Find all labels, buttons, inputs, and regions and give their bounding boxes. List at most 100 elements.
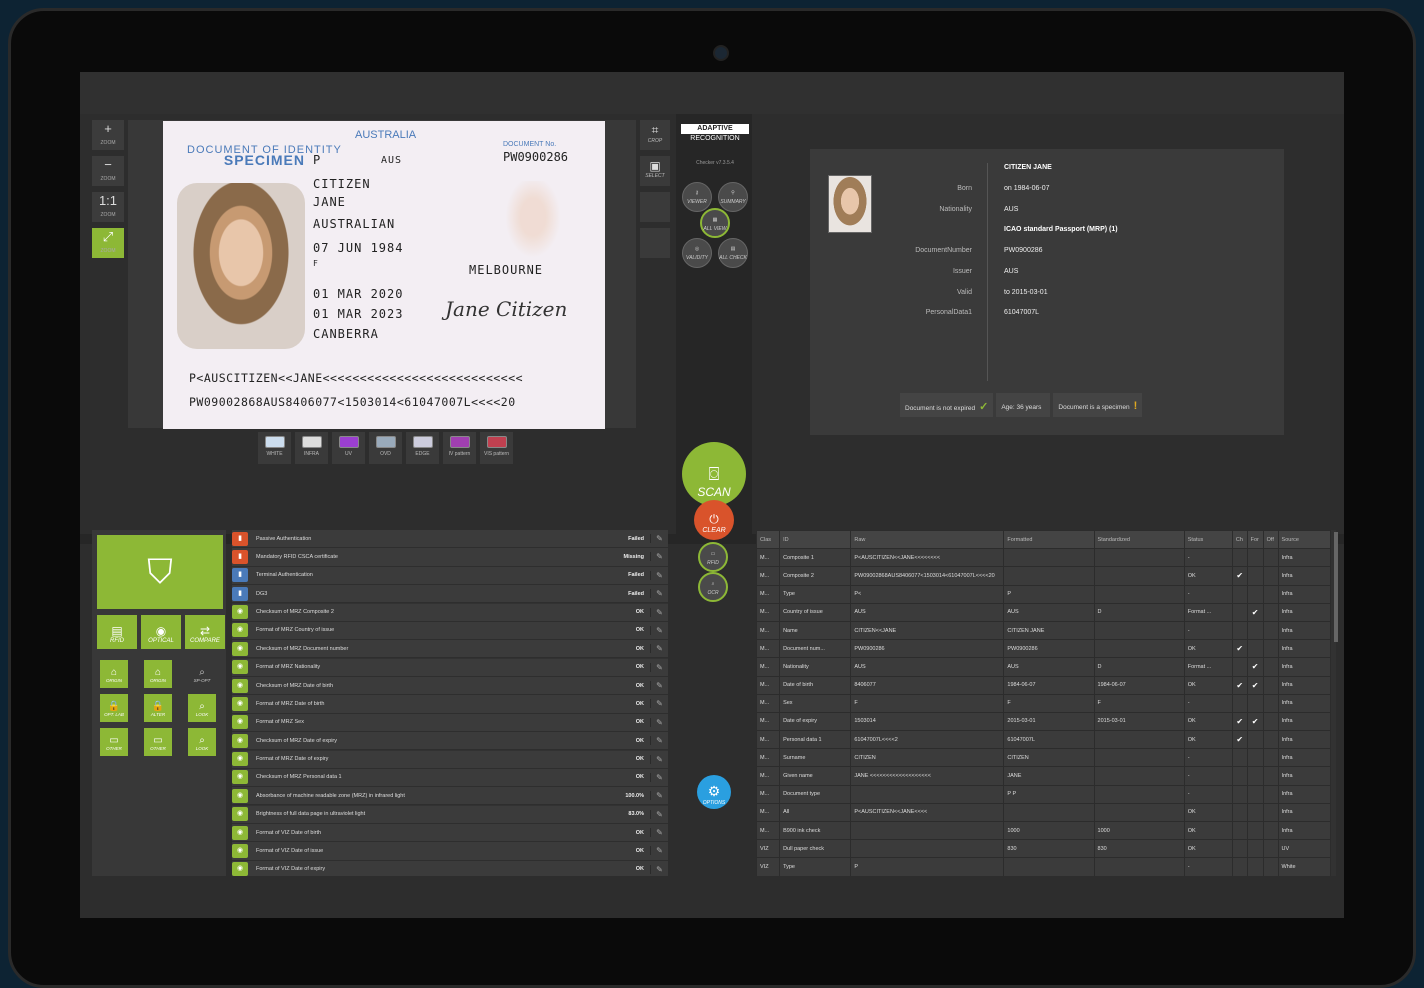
options-button[interactable]: ⚙ OPTIONS <box>697 775 731 809</box>
table-row[interactable]: M... Composite 1 P<AUSCITIZEN<<JANE<<<<<<<… <box>756 548 1332 568</box>
table-row[interactable]: M... Date of birth 8406077 1984-06-07 1984-0… <box>756 675 1332 695</box>
tool-button[interactable]: ⌕ LOOK <box>188 694 216 722</box>
column-header[interactable]: Source <box>1277 530 1332 550</box>
column-header[interactable]: Off <box>1262 530 1279 550</box>
edit-icon[interactable]: ✎ <box>650 625 668 635</box>
edit-icon[interactable]: ✎ <box>650 864 668 874</box>
check-row[interactable]: ◉ Format of MRZ Country of issue OK ✎ <box>232 621 668 641</box>
summary-button[interactable]: ⚲ SUMMARY <box>718 182 748 212</box>
check-row[interactable]: ◉ Absorbance of machine readable zone (MR… <box>232 787 668 806</box>
check-row[interactable]: ◉ Format of MRZ Date of birth OK ✎ <box>232 695 668 714</box>
table-row[interactable]: M... Document type P P - Infra <box>756 784 1332 804</box>
light-3-button[interactable]: OVD <box>369 432 402 464</box>
light-1-button[interactable]: INFRA <box>295 432 328 464</box>
mode-compare-button[interactable]: ⇄ COMPARE <box>185 615 225 649</box>
check-row[interactable]: ◉ Format of MRZ Date of expiry OK ✎ <box>232 750 668 769</box>
light-2-button[interactable]: UV <box>332 432 365 464</box>
tool-button[interactable]: 🔒 ALTER <box>144 694 172 722</box>
edit-icon[interactable]: ✎ <box>650 754 668 764</box>
check-row[interactable]: ◉ Format of MRZ Nationality OK ✎ <box>232 658 668 677</box>
table-row[interactable]: M... Type P< P - Infra <box>756 584 1332 604</box>
check-row[interactable]: ◉ Checksum of MRZ Personal data 1 OK ✎ <box>232 768 668 788</box>
tool-button[interactable]: ⌕ SP-OPT <box>188 660 216 688</box>
clear-button[interactable]: ⏻ CLEAR <box>694 500 734 540</box>
table-scrollbar[interactable] <box>1334 532 1338 642</box>
table-row[interactable]: M... Date of expiry 1503014 2015-03-01 2015-… <box>756 711 1332 732</box>
ocr-button[interactable]: ⌕ OCR <box>698 572 728 602</box>
column-header[interactable]: Status <box>1183 530 1233 550</box>
check-row[interactable]: ◉ Checksum of MRZ Composite 2 OK ✎ <box>232 603 668 622</box>
zoom-button[interactable]: + ZOOM <box>92 120 124 150</box>
table-row[interactable]: M... B900 ink check 1000 1000 OK Infra <box>756 820 1332 841</box>
edit-icon[interactable]: ✎ <box>650 717 668 727</box>
viewer-button[interactable]: ⚷ VIEWER <box>682 182 712 212</box>
check-row[interactable]: ◉ Format of VIZ Date of birth OK ✎ <box>232 824 668 843</box>
check-row[interactable]: ◉ Format of MRZ Sex OK ✎ <box>232 713 668 732</box>
edit-icon[interactable]: ✎ <box>650 552 668 562</box>
table-row[interactable]: M... All P<AUSCITIZEN<<JANE<<<< OK Infra <box>756 802 1332 823</box>
zoom-button[interactable]: 1:1 ZOOM <box>92 192 124 222</box>
light-4-button[interactable]: EDGE <box>406 432 439 464</box>
zoom-button[interactable]: − ZOOM <box>92 156 124 186</box>
table-row[interactable]: M... Document num... PW0900286 PW0900286 OK ✔… <box>756 639 1332 659</box>
tool-button[interactable]: ⌕ LOOK <box>188 728 216 756</box>
edit-icon[interactable]: ✎ <box>650 589 668 599</box>
table-row[interactable]: M... Given name JANE <<<<<<<<<<<<<<<<<<< JA… <box>756 766 1332 786</box>
column-header[interactable]: For <box>1246 530 1264 550</box>
table-row[interactable]: M... Composite 2 PW09002868AUS8406077<1503… <box>756 566 1332 586</box>
check-row[interactable]: ◉ Brightness of full data page in ultravi… <box>232 805 668 824</box>
edit-icon[interactable]: ✎ <box>650 791 668 801</box>
column-header[interactable]: Formatted <box>1003 530 1095 550</box>
mode-optical-button[interactable]: ◉ OPTICAL <box>141 615 181 649</box>
check-row[interactable]: ◉ Format of VIZ Date of issue OK ✎ <box>232 842 668 861</box>
all-check-button[interactable]: ▤ ALL CHECK <box>718 238 748 268</box>
edit-icon[interactable]: ✎ <box>650 534 668 544</box>
check-row[interactable]: ◉ Checksum of MRZ Date of birth OK ✎ <box>232 677 668 696</box>
table-row[interactable]: VIZ Type P - White <box>756 857 1332 876</box>
edit-icon[interactable]: ✎ <box>650 699 668 709</box>
check-row[interactable]: ▮ Mandatory RFID CSCA certificate Missing ✎ <box>232 548 668 567</box>
check-row[interactable]: ▮ DG3 Failed ✎ <box>232 585 668 604</box>
table-row[interactable]: M... Country of issue AUS AUS D Format ... ✔ In… <box>756 602 1332 622</box>
edit-icon[interactable]: ✎ <box>650 772 668 782</box>
tool-button[interactable]: ⌂ ORIGIN <box>144 660 172 688</box>
crop-button[interactable]: ⌗ CROP <box>640 120 670 150</box>
check-row[interactable]: ▮ Passive Authentication Failed ✎ <box>232 530 668 549</box>
scan-button[interactable]: ⌼ SCAN <box>682 442 746 506</box>
select-button[interactable]: ▣ SELECT <box>640 156 670 186</box>
edit-icon[interactable]: ✎ <box>650 736 668 746</box>
column-header[interactable]: Standardized <box>1093 530 1185 550</box>
edit-icon[interactable]: ✎ <box>650 846 668 856</box>
table-row[interactable]: M... Nationality AUS AUS D Format ... ✔ Infra <box>756 657 1332 677</box>
table-row[interactable]: VIZ Dull paper check 830 830 OK UV <box>756 839 1332 859</box>
check-row[interactable]: ◉ Checksum of MRZ Date of expiry OK ✎ <box>232 732 668 751</box>
tool-button[interactable]: ⌂ ORIGIN <box>100 660 128 688</box>
column-header[interactable]: Clas <box>756 530 781 550</box>
column-header[interactable]: ID <box>779 530 852 550</box>
tool-button[interactable]: ▭ OTHER <box>144 728 172 756</box>
light-0-button[interactable]: WHITE <box>258 432 291 464</box>
light-5-button[interactable]: IV pattern <box>443 432 476 464</box>
table-row[interactable]: M... Name CITIZEN<<JANE CITIZEN JANE - Infra <box>756 620 1332 641</box>
check-row[interactable]: ◉ Checksum of MRZ Document number OK ✎ <box>232 640 668 659</box>
edit-icon[interactable]: ✎ <box>650 828 668 838</box>
light-6-button[interactable]: VIS pattern <box>480 432 513 464</box>
check-row[interactable]: ▮ Terminal Authentication Failed ✎ <box>232 566 668 585</box>
verify-shield-button[interactable]: ⛉ <box>97 535 223 609</box>
table-row[interactable]: M... Personal data 1 61047007L<<<<2 6104700… <box>756 730 1332 750</box>
table-row[interactable]: M... Sex F F F - Infra <box>756 693 1332 713</box>
zoom-button[interactable]: ⤢ ZOOM <box>92 228 124 258</box>
tool-button[interactable]: ▭ OTHER <box>100 728 128 756</box>
edit-icon[interactable]: ✎ <box>650 681 668 691</box>
edit-icon[interactable]: ✎ <box>650 570 668 580</box>
column-header[interactable]: Ch <box>1231 530 1248 550</box>
edit-icon[interactable]: ✎ <box>650 644 668 654</box>
all-view-button[interactable]: ▦ ALL VIEW <box>700 208 730 238</box>
table-row[interactable]: M... Surname CITIZEN CITIZEN - Infra <box>756 748 1332 768</box>
edit-icon[interactable]: ✎ <box>650 809 668 819</box>
edit-icon[interactable]: ✎ <box>650 662 668 672</box>
tool-button[interactable]: 🔒 OPT. LAB <box>100 694 128 722</box>
rfid-button[interactable]: ▭ RFID <box>698 542 728 572</box>
edit-icon[interactable]: ✎ <box>650 607 668 617</box>
validity-button[interactable]: ◎ VALIDITY <box>682 238 712 268</box>
